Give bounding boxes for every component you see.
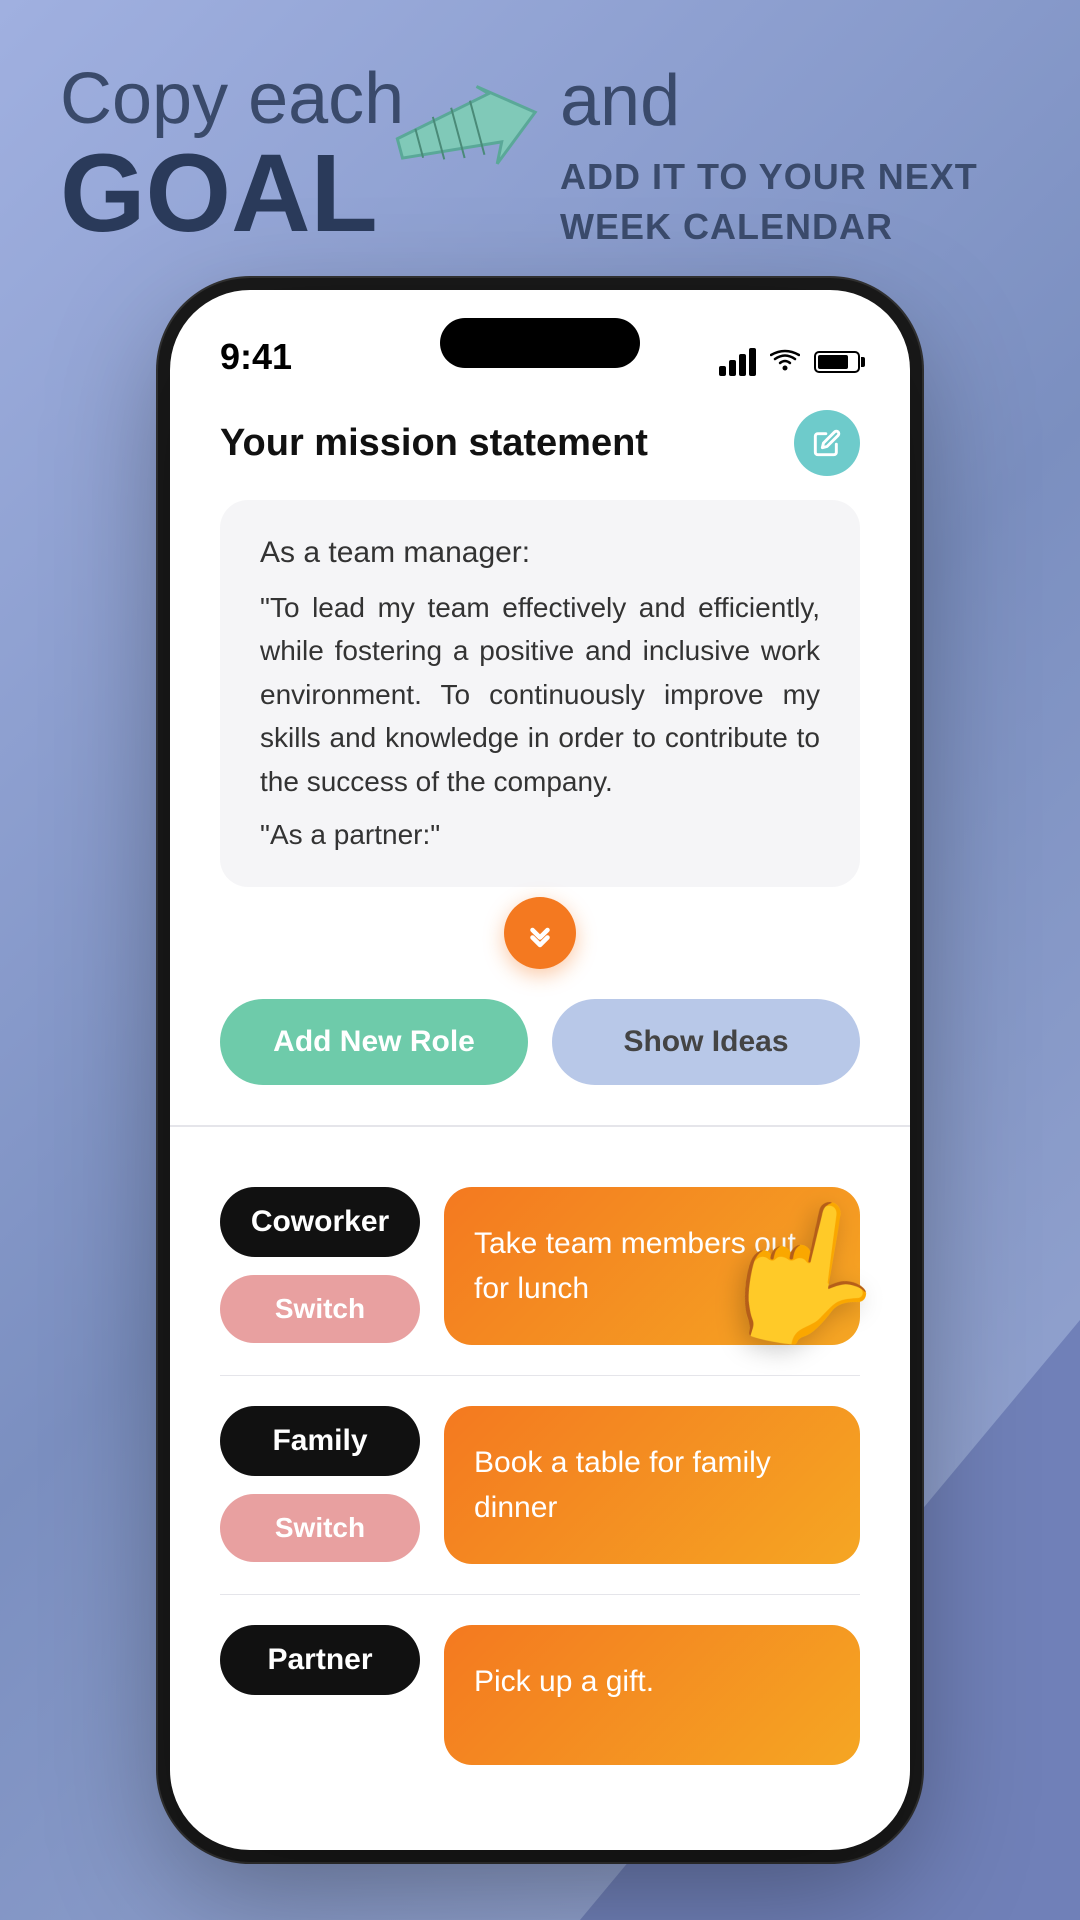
role-left-partner: Partner <box>220 1625 420 1695</box>
partner-card-wrapper: Pick up a gift. <box>444 1625 860 1765</box>
expand-button[interactable] <box>504 897 576 969</box>
coworker-card-wrapper: Take team members out for lunch 👆 <box>444 1187 860 1345</box>
wifi-icon <box>770 346 800 378</box>
role-left-coworker: Coworker Switch <box>220 1187 420 1343</box>
phone-content: Your mission statement As a team manager… <box>170 390 910 1795</box>
mission-box: As a team manager: "To lead my team effe… <box>220 500 860 887</box>
signal-icon <box>719 348 756 376</box>
table-row: Coworker Switch Take team members out fo… <box>220 1157 860 1376</box>
mission-role-label: As a team manager: <box>260 536 820 570</box>
show-ideas-button[interactable]: Show Ideas <box>552 999 860 1085</box>
header-line1: Copy each <box>60 60 404 139</box>
family-card-wrapper: Book a table for family dinner <box>444 1406 860 1564</box>
mission-title: Your mission statement <box>220 422 648 465</box>
partner-goal-card[interactable]: Pick up a gift. <box>444 1625 860 1765</box>
mission-header: Your mission statement <box>220 410 860 476</box>
table-row: Family Switch Book a table for family di… <box>220 1376 860 1595</box>
header-goal: GOAL <box>60 139 404 249</box>
coworker-goal-card[interactable]: Take team members out for lunch <box>444 1187 860 1345</box>
family-switch-button[interactable]: Switch <box>220 1494 420 1562</box>
status-time: 9:41 <box>220 336 292 378</box>
dynamic-island <box>440 318 640 368</box>
divider <box>170 1125 910 1127</box>
header-copy-each-area: Copy each GOAL <box>60 60 404 249</box>
mission-partner-intro: "As a partner:" <box>260 819 820 851</box>
coworker-label: Coworker <box>220 1187 420 1257</box>
expand-btn-wrapper <box>220 897 860 969</box>
battery-icon <box>814 351 860 373</box>
roles-section: Coworker Switch Take team members out fo… <box>220 1157 860 1795</box>
header-and-text: and <box>560 60 978 142</box>
status-icons <box>719 346 860 378</box>
header-and-area: and ADD IT TO YOUR NEXTWEEK CALENDAR <box>560 60 978 253</box>
role-left-family: Family Switch <box>220 1406 420 1562</box>
action-buttons: Add New Role Show Ideas <box>220 999 860 1085</box>
family-label: Family <box>220 1406 420 1476</box>
coworker-switch-button[interactable]: Switch <box>220 1275 420 1343</box>
table-row: Partner Pick up a gift. <box>220 1595 860 1795</box>
add-new-role-button[interactable]: Add New Role <box>220 999 528 1085</box>
mission-quote: "To lead my team effectively and efficie… <box>260 586 820 803</box>
partner-label: Partner <box>220 1625 420 1695</box>
phone-frame: 9:41 <box>170 290 910 1850</box>
family-goal-card[interactable]: Book a table for family dinner <box>444 1406 860 1564</box>
edit-button[interactable] <box>794 410 860 476</box>
header-subtext: ADD IT TO YOUR NEXTWEEK CALENDAR <box>560 152 978 253</box>
